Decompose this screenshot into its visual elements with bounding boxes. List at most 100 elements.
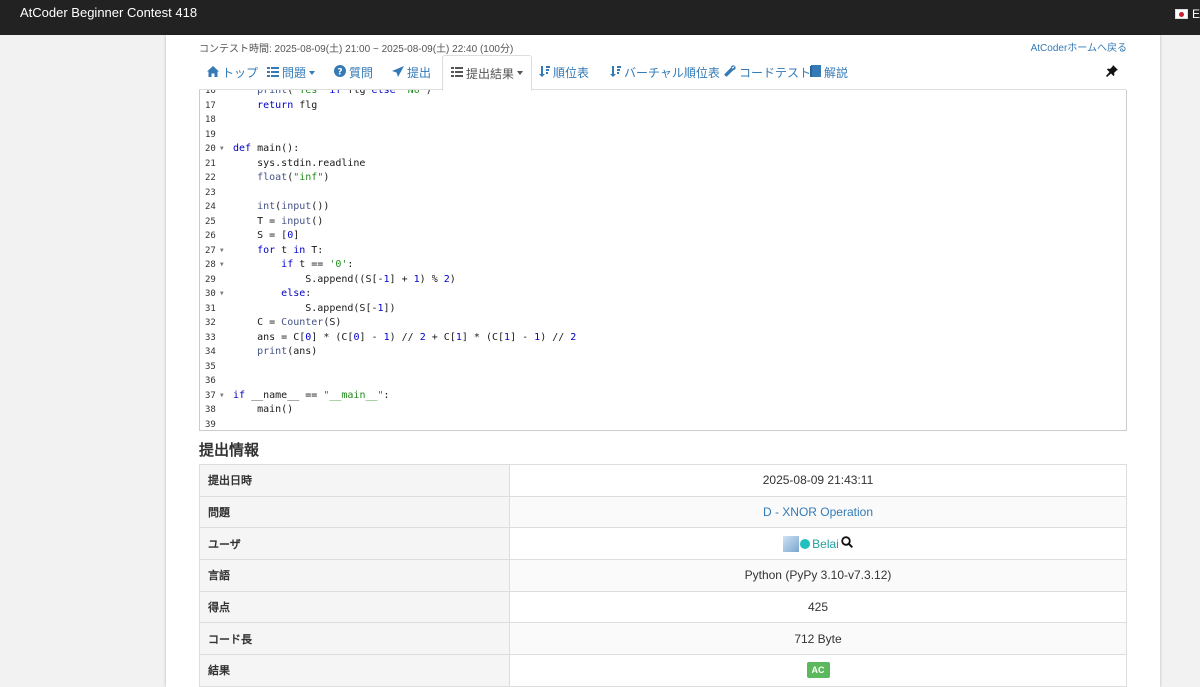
tab-submissions[interactable]: 提出結果 [442,55,533,91]
line-number: 35 [205,361,216,372]
code-line: 22 float("inf") [200,171,1126,186]
tab-virtual-standings-label: バーチャル順位表 [624,66,720,80]
pin-icon[interactable] [1106,65,1118,80]
code-text: ans = C[0] * (C[0] - 1) // 2 + C[1] * (C… [233,331,577,343]
tab-tasks-label: 問題 [282,66,307,80]
question-icon: ? [334,65,346,80]
line-number: 24 [205,202,216,212]
code-text: S = [0] [233,230,300,241]
tab-top-label: トップ [222,66,259,80]
table-row: 問題 D - XNOR Operation [199,495,1127,529]
line-number: 22 [205,173,216,183]
code-text: float("inf") [257,172,330,183]
sort-icon [539,65,550,80]
source-code-viewer[interactable]: 16 print('Yes' if flg else 'No') 17 retur… [199,90,1127,431]
tab-submit[interactable]: 提出 [392,55,431,90]
language-switcher[interactable]: E [1174,7,1200,21]
code-text: main() [233,404,294,415]
line-number: 23 [205,187,216,198]
chevron-down-icon [517,71,524,75]
fold-arrow-icon[interactable]: ▼ [220,244,224,259]
line-number: 36 [205,376,216,386]
japan-flag-icon [1174,9,1188,19]
line-number: 19 [205,129,216,140]
tab-standings[interactable]: 順位表 [539,55,589,90]
line-number: 32 [205,318,216,328]
language-label[interactable]: E [1192,7,1200,21]
tab-editorial[interactable]: 解説 [810,55,848,90]
code-text: if __name__ == "__main__": [233,389,390,401]
tab-tasks[interactable]: 問題 [267,55,316,90]
tab-standings-label: 順位表 [553,66,590,80]
main-container: コンテスト時間: 2025-08-09(土) 21:00 ~ 2025-08-0… [166,35,1160,687]
wrench-icon [724,65,736,80]
code-text: if t == '0': [281,259,354,270]
submission-info-heading: 提出情報 [199,442,260,459]
code-line: 25 T = input() [200,215,1126,230]
table-row: 結果 AC [199,654,1127,687]
code-text: S.append(S[-1]) [233,302,396,314]
line-number: 17 [205,100,216,111]
task-key: 問題 [199,495,510,529]
code-line: 16 print('Yes' if flg else 'No') [200,90,1126,99]
table-list-icon [451,66,463,80]
line-number: 25 [205,216,216,227]
line-number: 34 [205,347,216,357]
avatar [783,535,800,552]
home-icon [207,65,219,80]
tab-custom-test-label: コードテスト [739,66,812,80]
contest-title[interactable]: AtCoder Beginner Contest 418 [20,6,197,20]
code-line: 37 ▼ if __name__ == "__main__": [200,389,1126,404]
code-line: 35 [200,360,1126,375]
fold-arrow-icon[interactable]: ▼ [220,142,224,157]
submission-time-text[interactable]: 2025-08-09 21:43:11 [763,473,874,487]
line-number: 26 [205,231,216,241]
line-number: 29 [205,274,216,285]
code-line: 26 S = [0] [200,229,1126,244]
chevron-down-icon [309,70,316,75]
task-value: D - XNOR Operation [509,495,1127,529]
submission-time-value: 2025-08-09 21:43:11 [509,464,1127,497]
search-icon[interactable] [841,536,853,551]
code-line: 28 ▼ if t == '0': [200,258,1126,273]
contest-time: コンテスト時間: 2025-08-09(土) 21:00 ~ 2025-08-0… [199,44,514,55]
line-number: 31 [205,303,216,314]
user-link[interactable]: Belai [812,537,839,551]
atcoder-home-link[interactable]: AtCoderホームへ戻る [1031,39,1127,54]
line-number: 21 [205,158,216,169]
fold-arrow-icon[interactable]: ▼ [220,287,224,302]
code-line: 17 return flg [200,99,1126,114]
code-line: 18 [200,113,1126,128]
code-text: print(ans) [257,346,318,357]
line-number: 38 [205,405,216,415]
code-line: 24 int(input()) [200,200,1126,215]
line-number: 39 [205,419,216,430]
fold-arrow-icon[interactable]: ▼ [220,258,224,273]
code-line: 39 [200,418,1126,431]
code-line: 32 C = Counter(S) [200,316,1126,331]
code-line: 27 ▼ for t in T: [200,244,1126,259]
table-row: コード長 712 Byte [199,622,1127,656]
code-line: 36 [200,374,1126,389]
tab-custom-test[interactable]: コードテスト [724,55,811,90]
table-row: 得点 425 [199,590,1127,624]
tab-clarifications[interactable]: ? 質問 [334,55,373,90]
tab-virtual-standings[interactable]: バーチャル順位表 [610,55,720,90]
submission-info-table: 提出日時 2025-08-09 21:43:11 問題 D - XNOR Ope… [199,464,1127,687]
code-line: 20 ▼ def main(): [200,142,1126,157]
table-row: 言語 Python (PyPy 3.10-v7.3.12) [199,559,1127,592]
task-link[interactable]: D - XNOR Operation [763,505,873,519]
code-line: 31 S.append(S[-1]) [200,302,1126,317]
tab-submissions-label: 提出結果 [466,66,515,81]
status-badge[interactable]: AC [806,662,830,679]
code-text: T = input() [233,215,324,227]
book-icon [810,65,821,80]
fold-arrow-icon[interactable]: ▼ [220,389,224,404]
table-row: 提出日時 2025-08-09 21:43:11 [199,464,1127,497]
code-text: C = Counter(S) [233,317,342,328]
code-text: return flg [257,99,318,111]
tab-top[interactable]: トップ [207,55,258,90]
code-text: print('Yes' if flg else 'No') [257,90,432,96]
status-value: AC [509,654,1127,687]
score-key: 得点 [199,590,510,624]
